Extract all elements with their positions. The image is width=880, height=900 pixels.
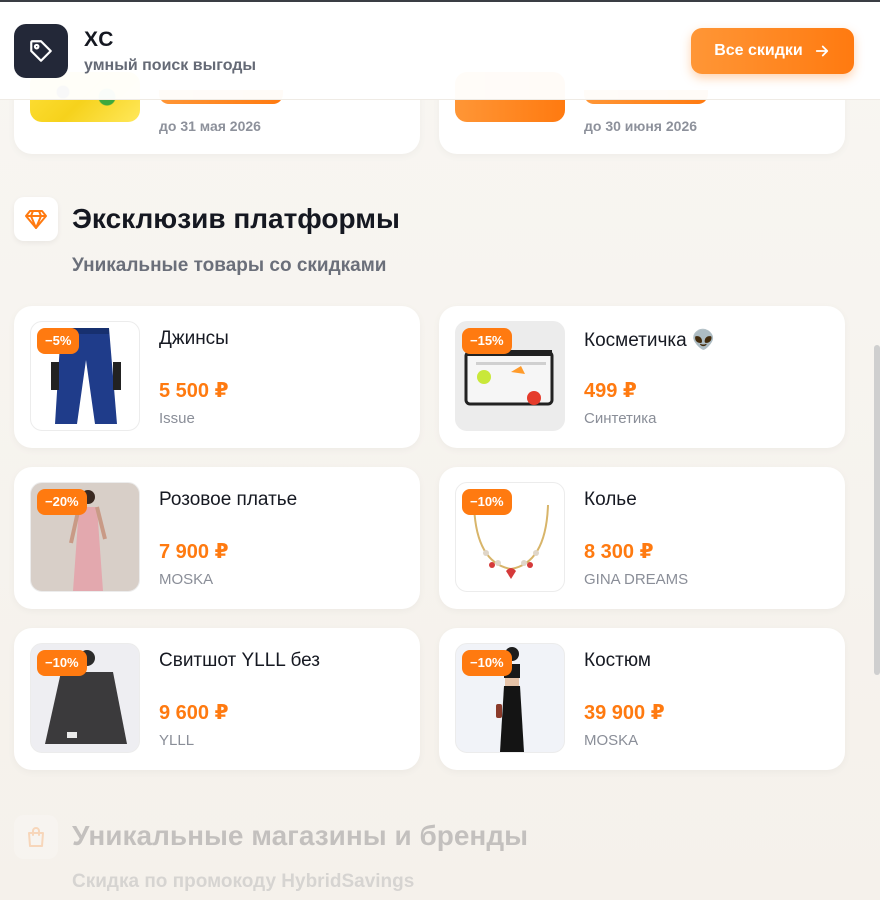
product-image: −10% [455,482,565,592]
section-icon [14,197,58,241]
product-card[interactable]: −20% Розовое платье 7 900 ₽ MOSKA [14,467,420,609]
product-price: 7 900 ₽ [159,541,229,563]
product-name: Костюм [584,650,651,671]
discount-badge: −10% [37,650,87,676]
product-brand: MOSKA [159,571,214,588]
product-card[interactable]: −10% Колье 8 300 ₽ GINA DREAMS [439,467,845,609]
discount-badge: −20% [37,489,87,515]
product-name: Свитшот YLLL без [159,650,320,671]
product-name: Розовое платье [159,489,298,510]
app-subtitle: умный поиск выгоды [84,57,257,74]
logo[interactable] [14,24,68,78]
tag-icon [30,40,52,62]
product-card[interactable]: −5% Джинсы 5 500 ₽ Issue [14,306,420,448]
section-title: Эксклюзив платформы [72,203,400,234]
section-subtitle: Скидка по промокоду HybridSavings [72,871,415,892]
product-name: Колье [584,489,637,510]
product-price: 499 ₽ [584,380,637,402]
section-title: Уникальные магазины и бренды [72,820,529,851]
product-image: −10% [30,643,140,753]
product-brand: MOSKA [584,732,639,749]
discount-badge: −10% [462,650,512,676]
product-name: Джинсы [159,328,229,349]
product-image: −10% [455,643,565,753]
product-card[interactable]: −10% Костюм 39 900 ₽ MOSKA [439,628,845,770]
next-section-preview: Уникальные магазины и бренды Скидка по п… [0,805,880,900]
diamond-icon [25,210,47,229]
product-card[interactable]: −10% Свитшот YLLL без 9 600 ₽ YLLL [14,628,420,770]
arrow-right-icon [815,45,828,57]
vertical-scrollbar[interactable] [874,345,880,675]
product-brand: YLLL [159,732,195,749]
product-price: 9 600 ₽ [159,702,229,724]
discount-badge: −15% [462,328,512,354]
product-brand: Issue [159,410,195,427]
product-brand: GINA DREAMS [584,571,689,588]
app-header: XC умный поиск выгоды Все скидки [0,2,880,100]
product-image: −20% [30,482,140,592]
product-image: −5% [30,321,140,431]
product-price: 5 500 ₽ [159,380,229,402]
product-price: 39 900 ₽ [584,702,665,724]
product-brand: Синтетика [584,410,657,427]
window-top-edge [0,0,880,2]
all-discounts-label: Все скидки [714,42,803,59]
discount-badge: −10% [462,489,512,515]
shopping-bag-icon [28,827,44,847]
app-title: XC [84,28,114,51]
product-card[interactable]: −15% Косметичка 👽 499 ₽ Синтетика [439,306,845,448]
product-price: 8 300 ₽ [584,541,654,563]
all-discounts-button[interactable]: Все скидки [691,28,854,74]
product-name: Косметичка 👽 [584,330,716,351]
discount-badge: −5% [37,328,80,354]
product-image: −15% [455,321,565,431]
section-icon [14,815,58,859]
promo-expiry-date: до 30 июня 2026 [584,118,698,134]
promo-expiry-date: до 31 мая 2026 [159,118,261,134]
section-subtitle: Уникальные товары со скидками [72,255,387,276]
